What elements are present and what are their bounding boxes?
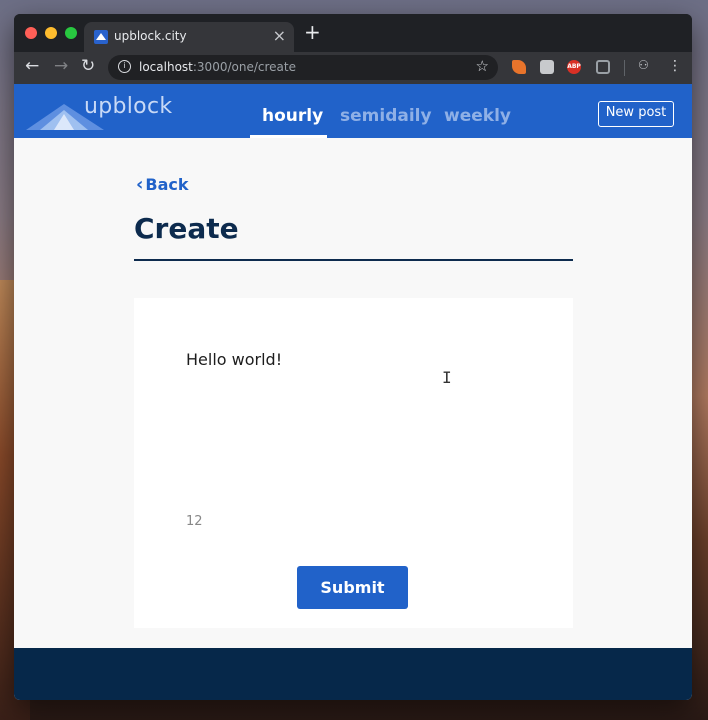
browser-tab[interactable]: upblock.city × [84,22,294,52]
message-extension-icon[interactable] [540,60,554,74]
site-header: upblock hourly semidaily weekly New post [14,84,692,138]
title-divider [134,259,573,261]
tab-semidaily[interactable]: semidaily [340,106,432,126]
kebab-menu-icon[interactable]: ⋮ [668,58,682,74]
page-title: Create [134,212,239,245]
fox-extension-icon[interactable] [512,60,526,74]
browser-window: upblock.city × + ← → ↻ i localhost:3000/… [14,14,692,700]
chevron-left-icon: ‹ [136,174,144,195]
maximize-window-button[interactable] [65,27,77,39]
text-cursor-icon: I [442,368,452,387]
adblock-extension-icon[interactable]: ABP [567,60,581,74]
back-link[interactable]: ‹ Back [136,174,189,195]
favicon-icon [94,30,108,44]
back-arrow-icon[interactable]: ← [25,56,39,76]
tab-weekly[interactable]: weekly [444,106,511,126]
submit-button[interactable]: Submit [297,566,408,609]
page-viewport: upblock hourly semidaily weekly New post… [14,84,692,700]
cast-icon[interactable] [596,60,610,74]
minimize-window-button[interactable] [45,27,57,39]
url-path: :3000/one/create [192,60,296,74]
back-label: Back [145,175,189,194]
star-icon[interactable]: ☆ [476,57,489,75]
forward-arrow-icon[interactable]: → [54,56,68,76]
tab-close-icon[interactable]: × [273,26,286,45]
browser-toolbar: ← → ↻ i localhost:3000/one/create ☆ ABP … [14,52,692,84]
character-count: 12 [186,514,203,529]
info-icon[interactable]: i [118,60,131,73]
address-bar[interactable]: i localhost:3000/one/create ☆ [108,55,498,80]
tab-strip: upblock.city × + [14,14,692,52]
url-host: localhost [139,60,193,74]
brand-name[interactable]: upblock [84,94,172,119]
active-tab-indicator [250,135,327,138]
extension-puzzle-icon[interactable]: ⚇ [638,58,649,72]
new-tab-icon[interactable]: + [304,20,321,44]
tab-title: upblock.city [114,29,187,43]
tab-hourly[interactable]: hourly [262,106,323,126]
site-footer [14,648,692,700]
url-text: localhost:3000/one/create [139,60,296,74]
toolbar-divider [624,60,625,76]
new-post-button[interactable]: New post [598,101,674,127]
close-window-button[interactable] [25,27,37,39]
editor-card: Hello world! I 12 Submit [134,298,573,628]
reload-icon[interactable]: ↻ [81,56,95,76]
post-editor-input[interactable]: Hello world! [186,350,546,500]
